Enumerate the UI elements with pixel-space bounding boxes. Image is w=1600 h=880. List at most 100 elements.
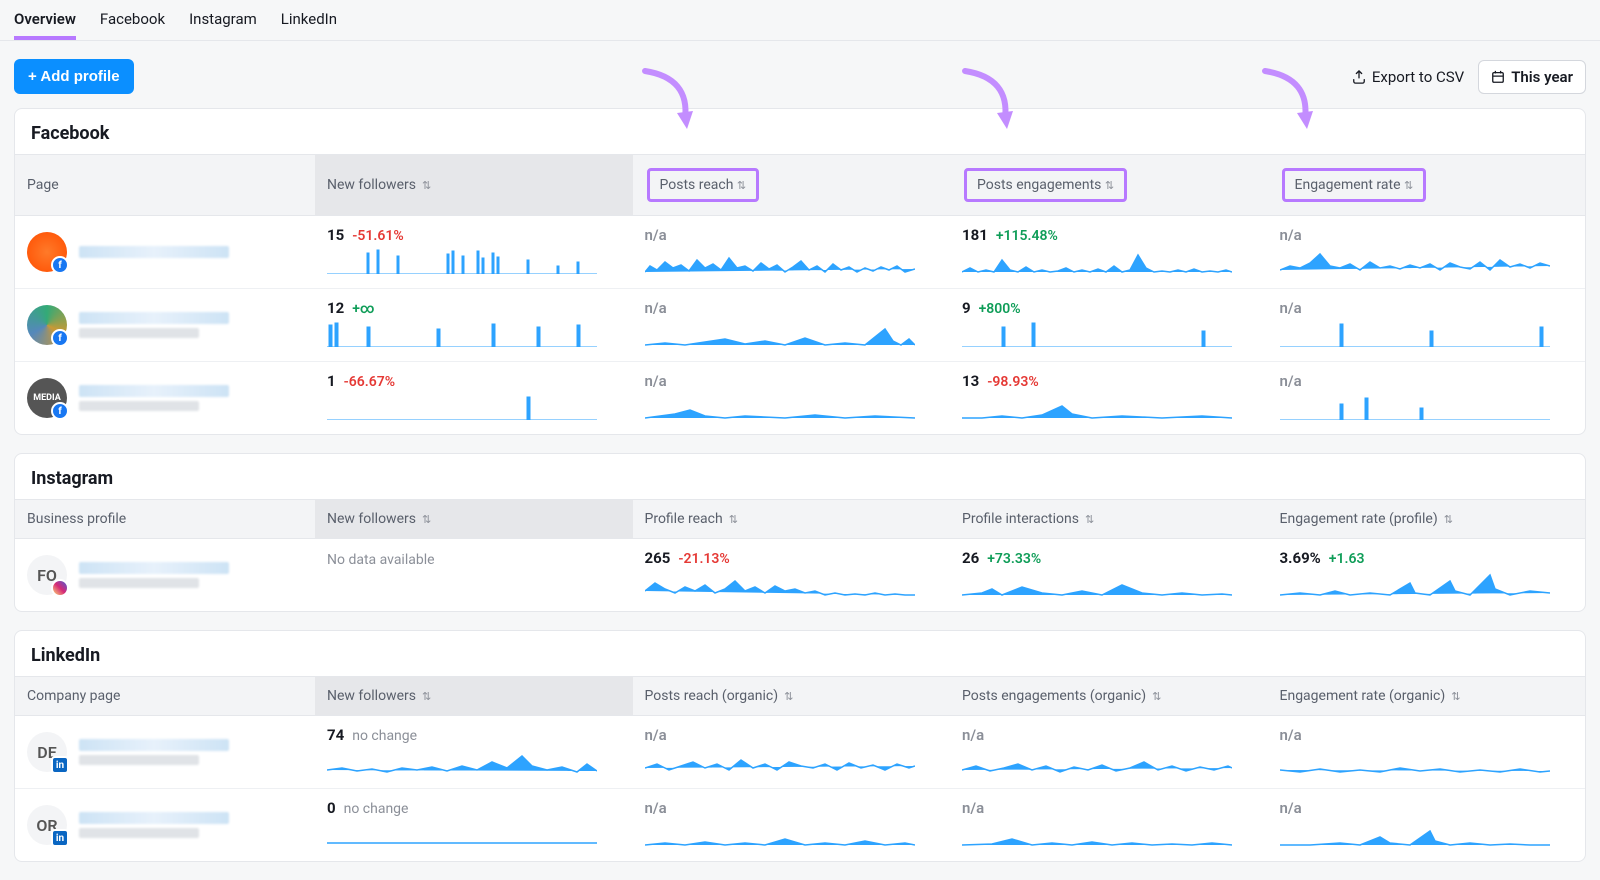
sparkline	[645, 821, 915, 847]
sort-icon: ⇅	[784, 690, 793, 703]
metric-cell: n/a	[1268, 789, 1586, 861]
col-posts-reach-organic[interactable]: Posts reach (organic)⇅	[633, 677, 951, 715]
sparkline	[962, 748, 1232, 774]
tab-linkedin[interactable]: LinkedIn	[281, 10, 337, 40]
sparkline	[962, 248, 1232, 274]
metric-cell: n/a	[633, 362, 951, 434]
sort-icon: ⇅	[422, 179, 431, 192]
sparkline	[1280, 821, 1550, 847]
sparkline	[1280, 748, 1550, 774]
table-row: DEin 74no change n/a n/a n/a	[15, 716, 1585, 789]
col-new-followers[interactable]: New followers⇅	[315, 500, 633, 538]
sort-icon: ⇅	[729, 513, 738, 526]
col-company-page[interactable]: Company page	[15, 677, 315, 715]
metric-cell: n/a	[633, 289, 951, 361]
tab-overview[interactable]: Overview	[14, 10, 76, 40]
col-engagement-rate-organic[interactable]: Engagement rate (organic)⇅	[1268, 677, 1586, 715]
metric-cell: n/a	[1268, 716, 1586, 788]
sparkline	[645, 748, 915, 774]
sparkline	[327, 394, 597, 420]
sparkline	[327, 248, 597, 274]
sort-icon: ⇅	[1404, 179, 1413, 192]
date-range-button[interactable]: This year	[1478, 60, 1586, 94]
sparkline	[1280, 248, 1550, 274]
avatar: f	[27, 232, 67, 272]
col-posts-engagements[interactable]: Posts engagements ⇅	[950, 155, 1268, 215]
sparkline	[962, 321, 1232, 347]
linkedin-badge-icon: in	[51, 829, 69, 847]
tab-facebook[interactable]: Facebook	[100, 10, 165, 40]
add-profile-button[interactable]: + Add profile	[14, 59, 134, 94]
col-page[interactable]: Page	[15, 155, 315, 215]
sort-icon: ⇅	[1105, 179, 1114, 192]
sort-icon: ⇅	[1444, 513, 1453, 526]
metric-cell: n/a	[950, 789, 1268, 861]
account-name-redacted	[79, 246, 229, 258]
account-sub-redacted	[79, 328, 199, 338]
account-sub-redacted	[79, 578, 199, 588]
col-posts-reach[interactable]: Posts reach ⇅	[633, 155, 951, 215]
metric-cell: 3.69%+1.63	[1268, 539, 1586, 611]
sparkline	[645, 248, 915, 274]
col-engagement-rate-profile[interactable]: Engagement rate (profile)⇅	[1268, 500, 1586, 538]
account-name-redacted	[79, 562, 229, 574]
instagram-panel: Instagram Business profile New followers…	[14, 453, 1586, 612]
sort-icon: ⇅	[422, 513, 431, 526]
tab-instagram[interactable]: Instagram	[189, 10, 257, 40]
account-cell[interactable]: DEin	[15, 716, 315, 788]
account-sub-redacted	[79, 401, 199, 411]
upload-icon	[1352, 70, 1366, 84]
section-title-linkedin: LinkedIn	[15, 631, 1585, 676]
metric-cell: 12+∞	[315, 289, 633, 361]
metric-cell: n/a	[1268, 216, 1586, 288]
sparkline	[1280, 571, 1550, 597]
sparkline	[327, 748, 597, 774]
col-new-followers[interactable]: New followers⇅	[315, 155, 633, 215]
avatar: MEDIAf	[27, 378, 67, 418]
account-cell[interactable]: f	[15, 216, 315, 288]
account-name-redacted	[79, 312, 229, 324]
section-title-facebook: Facebook	[15, 109, 1585, 154]
table-row: FO No data available 265-21.13% 26+73.33…	[15, 539, 1585, 611]
col-posts-engagements-organic[interactable]: Posts engagements (organic)⇅	[950, 677, 1268, 715]
tab-bar: Overview Facebook Instagram LinkedIn	[0, 0, 1600, 41]
metric-cell: 15-51.61%	[315, 216, 633, 288]
metric-cell: 265-21.13%	[633, 539, 951, 611]
metric-cell: n/a	[633, 216, 951, 288]
col-engagement-rate[interactable]: Engagement rate ⇅	[1268, 155, 1586, 215]
sparkline	[962, 394, 1232, 420]
account-name-redacted	[79, 812, 229, 824]
sparkline	[327, 321, 597, 347]
toolbar: + Add profile Export to CSV This year	[0, 41, 1600, 108]
instagram-badge-icon	[51, 579, 69, 597]
facebook-header-row: Page New followers⇅ Posts reach ⇅ Posts …	[15, 154, 1585, 216]
facebook-badge-icon: f	[51, 402, 69, 420]
table-row: MEDIAf 1-66.67% n/a 13-98.93% n/a	[15, 362, 1585, 434]
metric-cell: n/a	[1268, 289, 1586, 361]
account-cell[interactable]: f	[15, 289, 315, 361]
col-profile-interactions[interactable]: Profile interactions⇅	[950, 500, 1268, 538]
linkedin-panel: LinkedIn Company page New followers⇅ Pos…	[14, 630, 1586, 862]
facebook-badge-icon: f	[51, 256, 69, 274]
linkedin-header-row: Company page New followers⇅ Posts reach …	[15, 676, 1585, 716]
sparkline	[962, 821, 1232, 847]
export-csv-label: Export to CSV	[1372, 68, 1464, 86]
col-business-profile[interactable]: Business profile	[15, 500, 315, 538]
calendar-icon	[1491, 70, 1505, 84]
account-cell[interactable]: MEDIAf	[15, 362, 315, 434]
metric-cell: 13-98.93%	[950, 362, 1268, 434]
col-profile-reach[interactable]: Profile reach⇅	[633, 500, 951, 538]
account-name-redacted	[79, 739, 229, 751]
export-csv-button[interactable]: Export to CSV	[1352, 68, 1464, 86]
metric-cell: n/a	[633, 789, 951, 861]
account-cell[interactable]: FO	[15, 539, 315, 611]
metric-cell: No data available	[315, 539, 633, 611]
avatar: f	[27, 305, 67, 345]
instagram-header-row: Business profile New followers⇅ Profile …	[15, 499, 1585, 539]
account-name-redacted	[79, 385, 229, 397]
account-cell[interactable]: ORin	[15, 789, 315, 861]
sparkline	[645, 394, 915, 420]
sparkline	[645, 321, 915, 347]
col-new-followers[interactable]: New followers⇅	[315, 677, 633, 715]
sort-icon: ⇅	[737, 179, 746, 192]
